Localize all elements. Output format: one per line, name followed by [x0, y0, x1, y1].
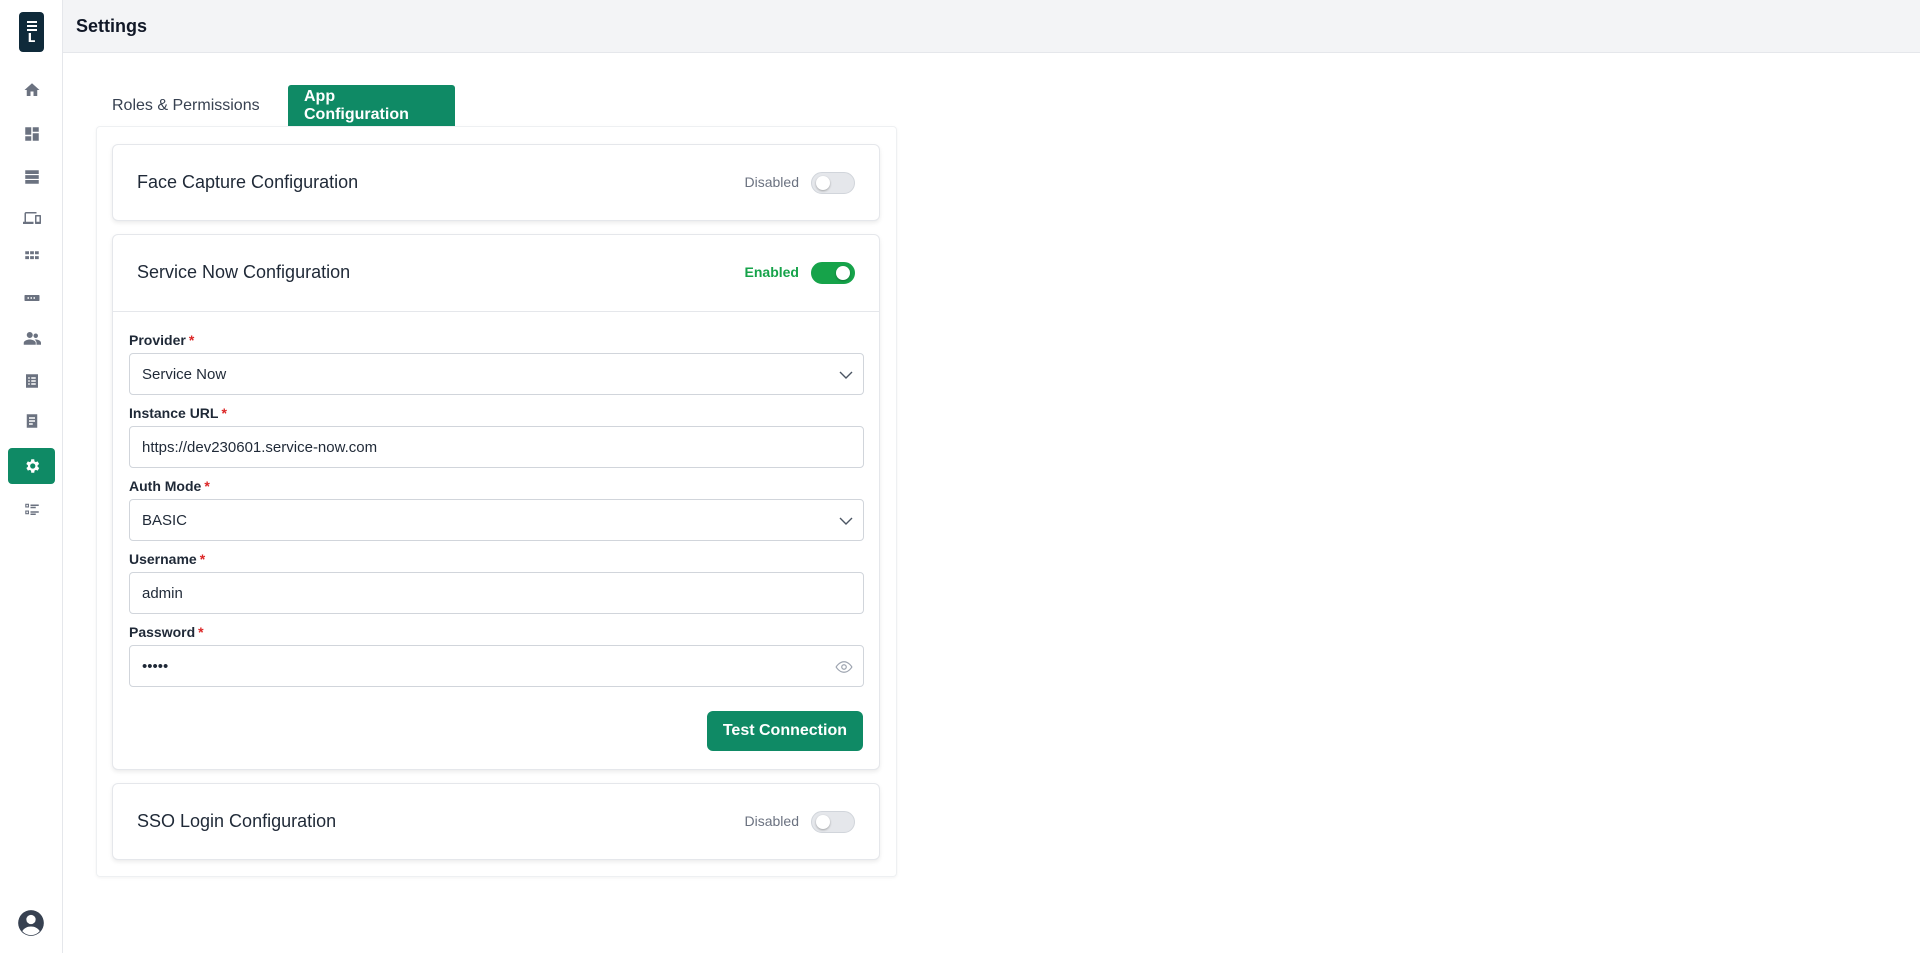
sim-card-icon — [24, 295, 39, 301]
devices-icon — [22, 212, 41, 224]
instance-url-value: https://dev230601.service-now.com — [142, 438, 378, 456]
face-capture-card: Face Capture Configuration Disabled — [112, 144, 880, 221]
provider-value: Service Now — [142, 365, 227, 383]
apps-grid-icon — [24, 251, 39, 260]
service-now-toggle[interactable] — [811, 262, 855, 284]
auth-mode-value: BASIC — [142, 511, 188, 529]
page-title: Settings — [76, 16, 148, 36]
card-title: SSO Login Configuration — [137, 811, 337, 831]
sidebar-item-sim[interactable] — [8, 280, 55, 316]
checklist-icon — [24, 503, 39, 515]
sidebar-item-documents[interactable] — [8, 403, 55, 439]
auth-mode-label: Auth Mode * — [129, 478, 210, 494]
face-capture-toggle[interactable] — [811, 172, 855, 194]
sidebar: L — [0, 0, 63, 953]
username-label: Username * — [129, 551, 206, 567]
instance-url-input[interactable]: https://dev230601.service-now.com — [129, 426, 864, 468]
password-value: ••••• — [142, 657, 169, 675]
card-title: Face Capture Configuration — [137, 172, 359, 192]
chevron-down-icon — [839, 371, 853, 379]
sidebar-item-devices[interactable] — [8, 200, 55, 236]
status-label: Disabled — [744, 174, 799, 190]
sidebar-item-home[interactable] — [8, 72, 55, 108]
sidebar-item-checklist[interactable] — [8, 491, 55, 527]
status-label: Enabled — [744, 264, 799, 280]
dashboard-icon — [24, 127, 39, 141]
eye-icon[interactable] — [835, 658, 853, 676]
service-now-card: Service Now Configuration Enabled Provid… — [112, 234, 880, 770]
status-label: Disabled — [744, 813, 799, 829]
document-icon — [26, 414, 37, 428]
username-input[interactable]: admin — [129, 572, 864, 614]
test-connection-button[interactable]: Test Connection — [706, 711, 863, 751]
instance-url-label: Instance URL * — [129, 405, 227, 421]
sso-login-toggle[interactable] — [811, 811, 855, 833]
provider-select[interactable]: Service Now — [129, 353, 864, 395]
password-label: Password * — [129, 624, 204, 640]
sso-login-card: SSO Login Configuration Disabled — [112, 783, 880, 860]
sidebar-item-apps[interactable] — [8, 240, 55, 276]
password-input[interactable]: ••••• — [129, 645, 864, 687]
tab-app-configuration[interactable]: App Configuration — [288, 85, 455, 126]
home-icon — [24, 83, 39, 96]
app-logo[interactable]: L — [19, 12, 44, 52]
user-circle-icon[interactable] — [17, 909, 45, 937]
sidebar-item-users[interactable] — [8, 320, 55, 356]
server-icon — [24, 170, 39, 184]
username-value: admin — [142, 584, 183, 602]
provider-label: Provider * — [129, 332, 195, 348]
card-title: Service Now Configuration — [137, 262, 351, 282]
gear-icon — [25, 459, 39, 473]
chevron-down-icon — [839, 517, 853, 525]
header: Settings — [63, 0, 1920, 53]
sidebar-item-settings[interactable] — [8, 448, 55, 484]
sidebar-item-list[interactable] — [8, 363, 55, 399]
auth-mode-select[interactable]: BASIC — [129, 499, 864, 541]
sidebar-item-server[interactable] — [8, 159, 55, 195]
tab-roles-permissions[interactable]: Roles & Permissions — [96, 85, 276, 126]
users-icon — [23, 332, 41, 345]
list-icon — [25, 374, 38, 388]
sidebar-item-dashboard[interactable] — [8, 116, 55, 152]
